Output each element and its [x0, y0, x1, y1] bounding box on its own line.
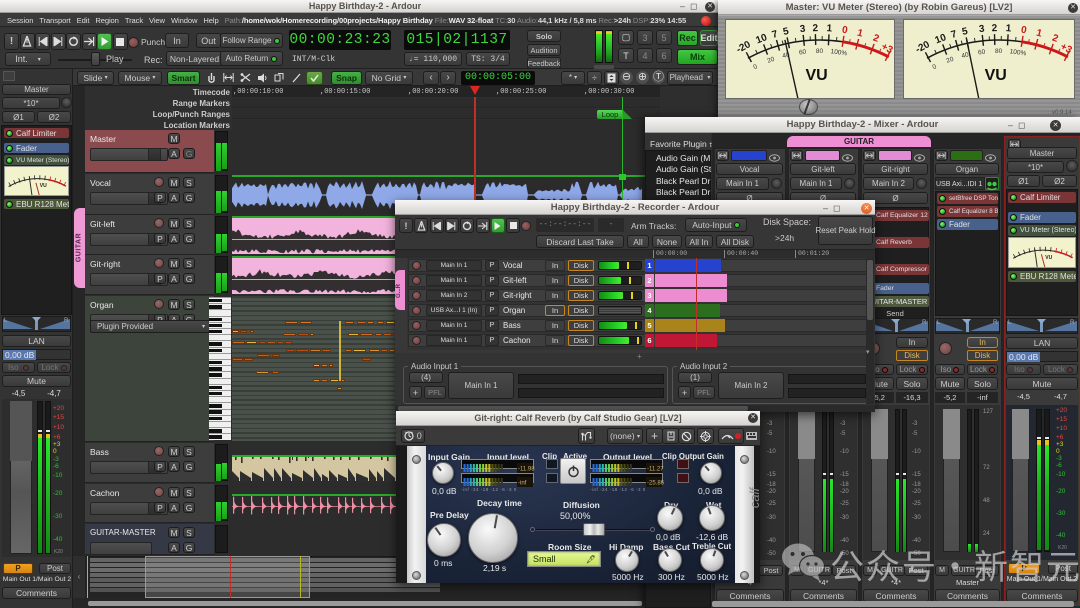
svg-text:-25.86: -25.86 — [647, 481, 664, 487]
svg-text:-11.27: -11.27 — [647, 467, 664, 473]
svg-text:-11.98: -11.98 — [518, 467, 535, 473]
svg-text:VU: VU — [806, 67, 828, 84]
svg-text:VU: VU — [1045, 255, 1052, 261]
svg-text:2: 2 — [991, 23, 997, 34]
svg-text:60: 60 — [799, 49, 807, 57]
svg-text:80: 80 — [995, 48, 1003, 55]
svg-text:80: 80 — [816, 48, 824, 55]
svg-text:VU: VU — [985, 67, 1007, 84]
svg-text:2: 2 — [812, 23, 818, 34]
svg-text:-inf: -inf — [518, 481, 527, 487]
svg-text:60: 60 — [978, 49, 986, 57]
svg-text:VU: VU — [40, 183, 47, 189]
